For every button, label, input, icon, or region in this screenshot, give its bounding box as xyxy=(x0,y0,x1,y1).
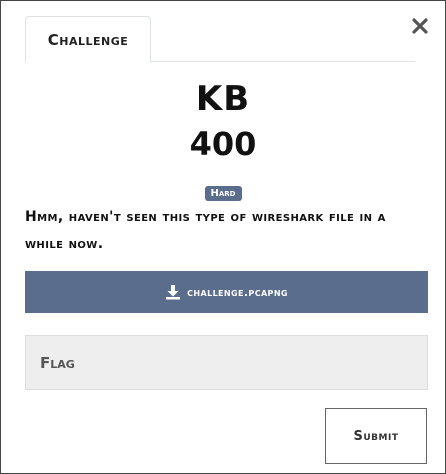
challenge-modal: Challenge KB 400 Hard Hmm, haven't seen … xyxy=(0,0,446,474)
download-filename: challenge.pcapng xyxy=(187,285,288,299)
challenge-name: KB xyxy=(195,79,251,119)
challenge-description: Hmm, haven't seen this type of wireshark… xyxy=(25,209,386,252)
tab-bar: Challenge xyxy=(25,16,415,63)
challenge-value: 400 xyxy=(189,125,257,163)
download-file-button[interactable]: challenge.pcapng xyxy=(25,271,428,313)
submit-button[interactable]: Submit xyxy=(325,408,427,464)
badge-row: Hard xyxy=(1,181,445,201)
download-icon xyxy=(166,285,181,300)
tab-challenge[interactable]: Challenge xyxy=(25,16,151,63)
flag-input[interactable] xyxy=(25,335,428,390)
difficulty-badge: Hard xyxy=(204,186,242,201)
close-icon[interactable] xyxy=(411,17,429,35)
